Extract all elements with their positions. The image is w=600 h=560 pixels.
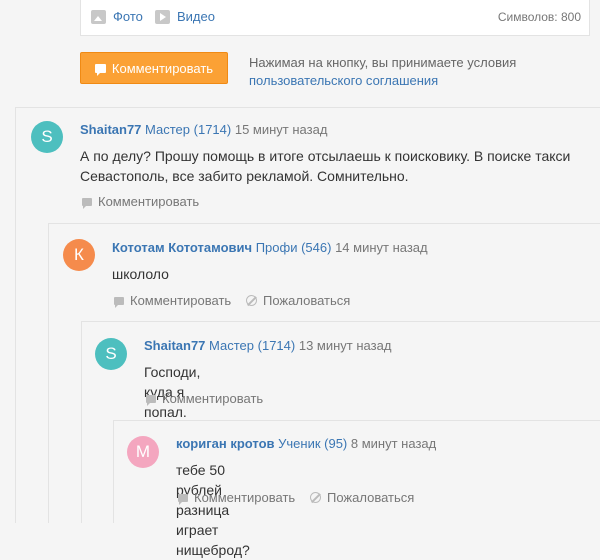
- reply-button[interactable]: Комментировать: [82, 194, 199, 209]
- report-label: Пожаловаться: [327, 490, 415, 505]
- author-rank[interactable]: Мастер (1714): [209, 338, 295, 353]
- terms-text: Нажимая на кнопку, вы принимаете условия: [249, 55, 517, 70]
- report-label: Пожаловаться: [263, 293, 351, 308]
- comment-author-link[interactable]: Shaitan77: [80, 122, 141, 137]
- video-icon: [155, 9, 170, 24]
- avatar[interactable]: S: [95, 338, 127, 370]
- photo-icon: [91, 9, 106, 24]
- comment-author-link[interactable]: Shaitan77: [144, 338, 205, 353]
- attach-video-button[interactable]: Видео: [155, 9, 215, 24]
- comment-icon: [94, 63, 106, 76]
- comment-composer-toolbar: Фото Видео Символов: 800: [80, 0, 590, 36]
- reply-label: Комментировать: [162, 391, 264, 406]
- author-rank[interactable]: Профи (546): [256, 240, 332, 255]
- reply-icon: [114, 296, 124, 308]
- reply-divider: [48, 223, 600, 224]
- reply-icon: [146, 394, 156, 406]
- attach-photo-label: Фото: [113, 9, 143, 24]
- comment-time: 13 минут назад: [298, 338, 392, 353]
- thread-line: [113, 420, 114, 523]
- reply-label: Комментировать: [194, 490, 296, 505]
- avatar-letter: S: [41, 127, 53, 146]
- user-agreement-link[interactable]: пользовательского соглашения: [249, 73, 438, 88]
- comment-time: 8 минут назад: [350, 436, 437, 451]
- attach-photo-button[interactable]: Фото: [91, 9, 143, 24]
- comment-time: 15 минут назад: [234, 122, 328, 137]
- comment-author-link[interactable]: Кототам Кототамович: [112, 240, 252, 255]
- reply-button[interactable]: Комментировать: [178, 490, 295, 505]
- thread-line: [15, 108, 16, 523]
- submit-comment-button[interactable]: Комментировать: [80, 52, 228, 84]
- author-rank[interactable]: Ученик (95): [278, 436, 347, 451]
- comment-text: школоло: [112, 266, 169, 282]
- comment-time: 14 минут назад: [335, 240, 428, 255]
- terms-notice: Нажимая на кнопку, вы принимаете условия…: [249, 54, 516, 90]
- author-rank[interactable]: Мастер (1714): [145, 122, 231, 137]
- avatar[interactable]: К: [63, 239, 95, 271]
- reply-button[interactable]: Комментировать: [146, 391, 263, 406]
- character-counter: Символов: 800: [497, 10, 581, 24]
- reply-button[interactable]: Комментировать: [114, 293, 231, 308]
- comment-text: А по делу? Прошу помощь в итоге отсылаеш…: [80, 148, 571, 184]
- thread-line: [81, 321, 82, 523]
- avatar[interactable]: M: [127, 436, 159, 468]
- report-button[interactable]: Пожаловаться: [246, 293, 350, 308]
- reply-icon: [178, 493, 188, 505]
- report-button[interactable]: Пожаловаться: [310, 490, 414, 505]
- report-icon: [246, 295, 257, 306]
- comment-meta: Shaitan77 Мастер (1714) 13 минут назад: [144, 338, 391, 353]
- avatar-letter: M: [135, 442, 151, 461]
- submit-comment-label: Комментировать: [111, 60, 214, 76]
- avatar-letter: S: [105, 344, 117, 363]
- reply-label: Комментировать: [98, 194, 200, 209]
- reply-icon: [82, 197, 92, 209]
- reply-divider: [81, 321, 600, 322]
- comment-author-link[interactable]: кориган кротов: [176, 436, 275, 451]
- report-icon: [310, 492, 321, 503]
- reply-label: Комментировать: [130, 293, 232, 308]
- section-divider: [15, 107, 600, 108]
- avatar[interactable]: S: [31, 121, 63, 153]
- comment-meta: Кототам Кототамович Профи (546) 14 минут…: [112, 240, 428, 255]
- comment-text: тебе 50 рублей разница играет нищеброд?: [176, 462, 250, 558]
- thread-line: [48, 223, 49, 523]
- attach-video-label: Видео: [177, 9, 215, 24]
- comment-meta: Shaitan77 Мастер (1714) 15 минут назад: [80, 122, 327, 137]
- avatar-letter: К: [74, 245, 84, 264]
- comment-meta: кориган кротов Ученик (95) 8 минут назад: [176, 436, 436, 451]
